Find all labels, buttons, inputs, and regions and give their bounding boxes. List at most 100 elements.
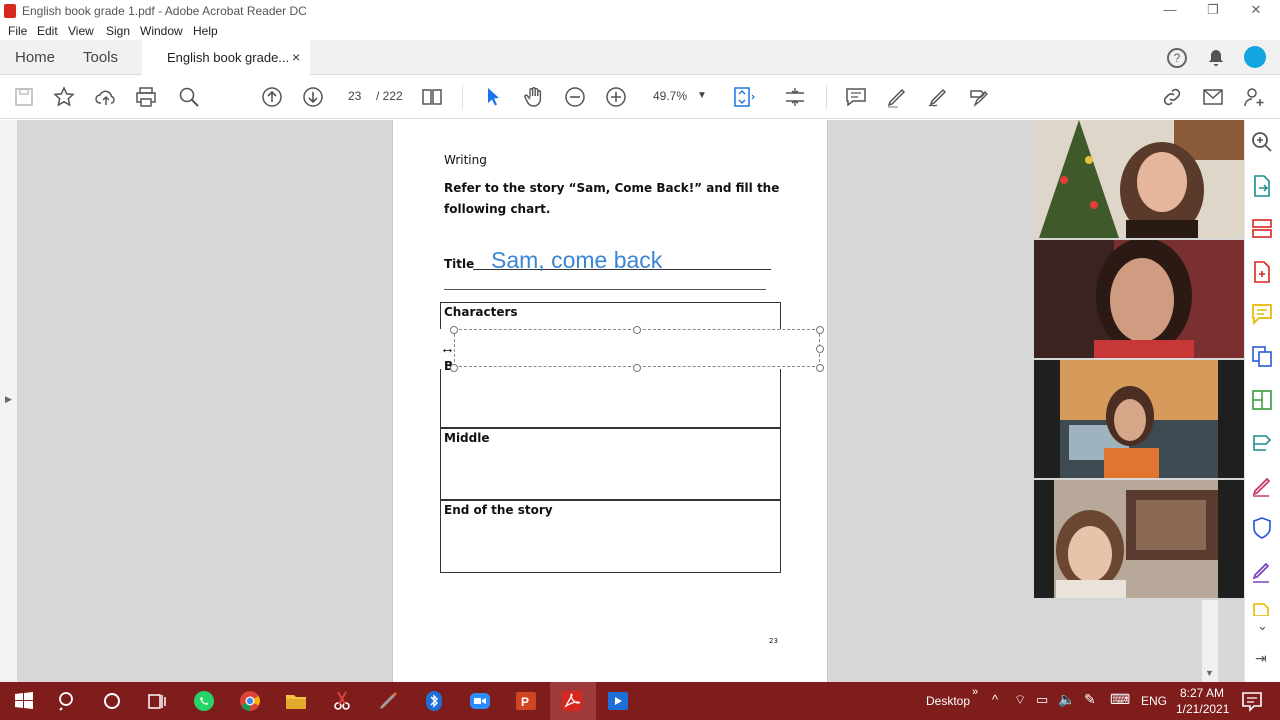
share-link-icon[interactable] [1160, 85, 1184, 109]
star-icon[interactable] [52, 85, 76, 109]
email-icon[interactable] [1201, 85, 1225, 109]
fill-sign-tool-icon[interactable] [1250, 474, 1274, 498]
save-icon[interactable] [12, 85, 36, 109]
windows-start-icon[interactable] [12, 689, 36, 713]
menu-window[interactable]: Window [140, 24, 183, 38]
clock-date[interactable]: 1/21/2021 [1176, 702, 1229, 716]
language-indicator[interactable]: ENG [1141, 694, 1167, 708]
cortana-icon[interactable] [100, 689, 124, 713]
answer-line [444, 289, 766, 290]
select-cursor-icon[interactable] [481, 85, 505, 109]
tab-close-button[interactable]: × [292, 49, 300, 65]
middle-label: Middle [444, 431, 490, 445]
expand-panel-icon[interactable]: ▶ [5, 394, 12, 405]
media-player-icon[interactable] [606, 689, 630, 713]
tab-document[interactable]: English book grade... × [142, 40, 310, 75]
zoom-dropdown-icon[interactable]: ▼ [697, 90, 707, 101]
resize-handle[interactable] [633, 326, 641, 334]
zoom-search-icon[interactable] [1250, 130, 1274, 154]
keyboard-icon[interactable]: ⌨ [1110, 691, 1130, 708]
menu-view[interactable]: View [68, 24, 94, 38]
zoom-out-icon[interactable] [563, 85, 587, 109]
pdf-page[interactable]: Writing Refer to the story “Sam, Come Ba… [392, 120, 828, 682]
zoom-level-input[interactable]: 49.7% [653, 89, 687, 103]
battery-icon[interactable]: ▭ [1036, 692, 1048, 708]
scroll-mode-icon[interactable] [783, 85, 807, 109]
whatsapp-icon[interactable] [192, 689, 216, 713]
text-field-selection[interactable] [454, 329, 820, 367]
zoom-meetings-icon[interactable] [468, 689, 492, 713]
restore-button[interactable]: ❐ [1198, 1, 1228, 21]
find-zoom-icon[interactable] [177, 85, 201, 109]
combine-files-icon[interactable] [1250, 344, 1274, 368]
powerpoint-icon[interactable]: P [514, 689, 538, 713]
minimize-button[interactable]: — [1155, 1, 1185, 21]
tab-bar: Home Tools English book grade... × ? [0, 40, 1280, 75]
tab-tools[interactable]: Tools [83, 49, 118, 66]
protect-shield-icon[interactable] [1250, 516, 1274, 540]
video-participant-3 [1034, 360, 1244, 478]
next-page-icon[interactable] [301, 85, 325, 109]
bell-icon[interactable] [1206, 48, 1226, 68]
resize-handle[interactable] [633, 364, 641, 372]
sign-pen-icon[interactable] [1250, 560, 1274, 584]
title-typed-text[interactable]: Sam, come back [491, 247, 662, 274]
paint-app-icon[interactable] [376, 689, 400, 713]
menu-file[interactable]: File [8, 24, 27, 38]
create-pdf-icon[interactable] [1250, 260, 1274, 284]
fill-sign-icon[interactable] [967, 85, 991, 109]
menu-edit[interactable]: Edit [37, 24, 58, 38]
tray-overflow-icon[interactable]: ^ [992, 692, 998, 707]
page-footer-number: 23 [769, 637, 778, 645]
add-user-icon[interactable] [1242, 85, 1266, 109]
document-workspace[interactable]: ▶ Writing Refer to the story “Sam, Come … [0, 120, 1280, 682]
menu-sign[interactable]: Sign [106, 24, 130, 38]
close-window-button[interactable]: ✕ [1241, 1, 1271, 21]
hand-tool-icon[interactable] [522, 85, 546, 109]
help-icon[interactable]: ? [1167, 48, 1187, 68]
resize-handle[interactable] [450, 326, 458, 334]
bluetooth-icon[interactable] [422, 689, 446, 713]
edit-pdf-icon[interactable] [1250, 388, 1274, 412]
task-view-icon[interactable] [145, 689, 169, 713]
acrobat-reader-icon[interactable] [560, 689, 584, 713]
toolbar-chevron-icon[interactable]: » [972, 686, 978, 698]
collapse-pane-icon[interactable]: ⇥ [1255, 650, 1267, 667]
export-pdf-icon[interactable] [1250, 174, 1274, 198]
comment-icon[interactable] [844, 85, 868, 109]
menu-help[interactable]: Help [193, 24, 218, 38]
chrome-icon[interactable] [238, 689, 262, 713]
resize-handle[interactable] [816, 364, 824, 372]
zoom-in-icon[interactable] [604, 85, 628, 109]
resize-handle[interactable] [816, 345, 824, 353]
desktop-toolbar-label[interactable]: Desktop [926, 694, 970, 708]
collapse-chevron-icon[interactable]: ⌄ [1257, 618, 1268, 634]
wifi-icon[interactable]: ⌔ [1014, 692, 1026, 708]
pen-workspace-icon[interactable]: ✎ [1084, 691, 1096, 708]
comment-tool-icon[interactable] [1250, 302, 1274, 326]
draw-pen-icon[interactable] [926, 85, 950, 109]
highlight-pen-icon[interactable] [885, 85, 909, 109]
upload-cloud-icon[interactable] [94, 85, 118, 109]
more-tools-icon[interactable] [1250, 602, 1274, 616]
resize-handle[interactable] [450, 364, 458, 372]
organize-pages-icon[interactable] [1250, 216, 1274, 240]
volume-icon[interactable]: 🔈 [1058, 691, 1075, 708]
scroll-down-icon[interactable]: ▼ [1205, 668, 1214, 678]
page-display-icon[interactable] [420, 85, 444, 109]
file-explorer-icon[interactable] [284, 689, 308, 713]
resize-handle[interactable] [816, 326, 824, 334]
print-icon[interactable] [134, 85, 158, 109]
search-icon[interactable] [56, 689, 80, 713]
clock-time[interactable]: 8:27 AM [1180, 686, 1224, 700]
previous-page-icon[interactable] [260, 85, 284, 109]
page-number-input[interactable]: 23 [348, 89, 361, 103]
tab-home[interactable]: Home [15, 49, 55, 66]
send-review-icon[interactable] [1250, 430, 1274, 454]
account-avatar[interactable] [1244, 46, 1266, 68]
vertical-scrollbar[interactable]: ▼ [1202, 600, 1218, 682]
notifications-icon[interactable] [1240, 689, 1264, 713]
fit-page-icon[interactable] [732, 85, 756, 109]
toolbar-separator [826, 85, 827, 109]
snipping-tool-icon[interactable] [330, 689, 354, 713]
